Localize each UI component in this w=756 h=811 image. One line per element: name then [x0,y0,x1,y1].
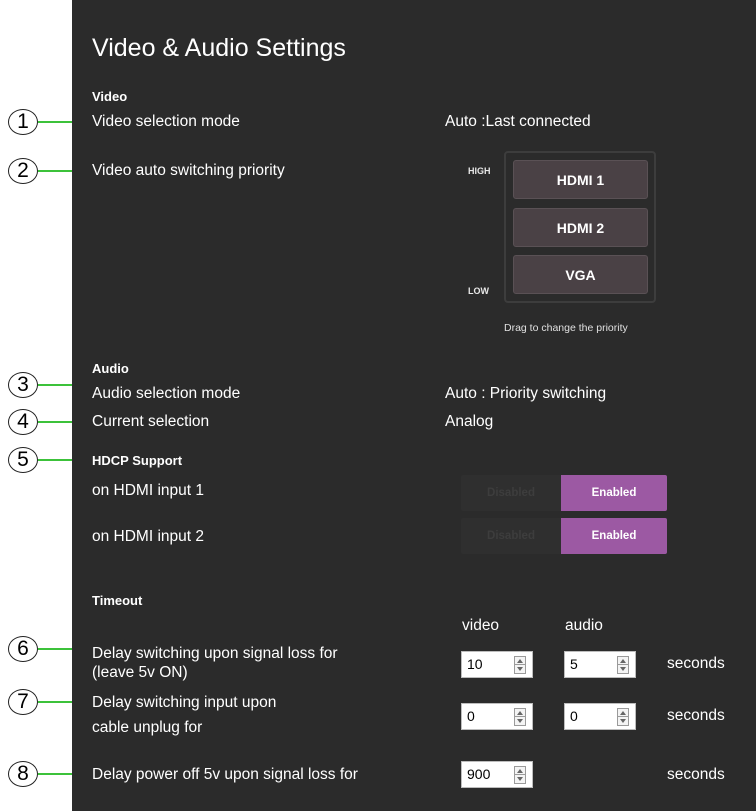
cable-unplug-delay-label-line1: Delay switching input upon [92,694,277,711]
hdcp-input-2-enabled-option[interactable]: Enabled [561,518,667,554]
video-auto-switching-priority-label: Video auto switching priority [92,162,285,179]
hdcp-input-2-label: on HDMI input 2 [92,528,204,545]
current-selection-label: Current selection [92,413,210,430]
callout-7: 7 [8,689,38,715]
video-selection-mode-label: Video selection mode [92,113,240,130]
cable-unplug-audio-stepper[interactable]: 0 [564,703,636,730]
hdcp-input-1-disabled-option[interactable]: Disabled [461,475,561,511]
audio-selection-mode-label: Audio selection mode [92,385,241,402]
video-section-heading: Video [92,89,128,104]
callout-5: 5 [8,447,38,473]
signal-loss-audio-value[interactable]: 5 [570,656,578,672]
hdcp-input-1-label: on HDMI input 1 [92,482,204,499]
current-selection-value: Analog [445,413,494,430]
signal-loss-video-stepper[interactable]: 10 [461,651,533,678]
signal-loss-video-value[interactable]: 10 [467,656,483,672]
callout-1: 1 [8,109,38,135]
power-off-units: seconds [667,766,725,783]
timeout-section-heading: Timeout [92,593,143,608]
callout-4: 4 [8,409,38,435]
cable-unplug-audio-value[interactable]: 0 [570,708,578,724]
cable-unplug-video-stepper[interactable]: 0 [461,703,533,730]
power-off-video-value[interactable]: 900 [467,766,490,782]
hdcp-input-1-enabled-option[interactable]: Enabled [561,475,667,511]
signal-loss-units: seconds [667,655,725,672]
priority-item-hdmi-1[interactable]: HDMI 1 [513,160,648,199]
callout-2: 2 [8,158,38,184]
spinner-arrows-icon[interactable] [514,766,526,784]
power-off-delay-label: Delay power off 5v upon signal loss for [92,766,358,783]
hdcp-input-2-disabled-option[interactable]: Disabled [461,518,561,554]
spinner-arrows-icon[interactable] [514,656,526,674]
hdcp-input-1-toggle[interactable]: Disabled Enabled [461,475,667,511]
priority-item-vga[interactable]: VGA [513,255,648,294]
spinner-arrows-icon[interactable] [617,656,629,674]
power-off-video-stepper[interactable]: 900 [461,761,533,788]
signal-loss-delay-label-line1: Delay switching upon signal loss for [92,645,338,662]
video-selection-mode-value[interactable]: Auto :Last connected [445,113,591,131]
priority-low-label: LOW [468,286,489,296]
timeout-column-video: video [462,617,500,634]
signal-loss-audio-stepper[interactable]: 5 [564,651,636,678]
priority-drag-hint: Drag to change the priority [504,322,628,334]
hdcp-input-2-toggle[interactable]: Disabled Enabled [461,518,667,554]
priority-high-label: HIGH [468,166,491,176]
timeout-column-audio: audio [565,617,603,634]
cable-unplug-units: seconds [667,707,725,724]
page-title: Video & Audio Settings [92,34,346,62]
callout-6: 6 [8,636,38,662]
spinner-arrows-icon[interactable] [514,708,526,726]
spinner-arrows-icon[interactable] [617,708,629,726]
video-priority-list: HDMI 1 HDMI 2 VGA [504,151,656,303]
signal-loss-delay-label-line2: (leave 5v ON) [92,664,188,681]
cable-unplug-video-value[interactable]: 0 [467,708,475,724]
settings-panel: Video & Audio Settings Video Video selec… [72,0,756,811]
callout-3: 3 [8,372,38,398]
hdcp-section-heading: HDCP Support [92,453,183,468]
priority-item-hdmi-2[interactable]: HDMI 2 [513,208,648,247]
cable-unplug-delay-label-line2: cable unplug for [92,719,203,736]
callout-8: 8 [8,761,38,787]
audio-selection-mode-value[interactable]: Auto : Priority switching [445,385,606,403]
audio-section-heading: Audio [92,361,129,376]
